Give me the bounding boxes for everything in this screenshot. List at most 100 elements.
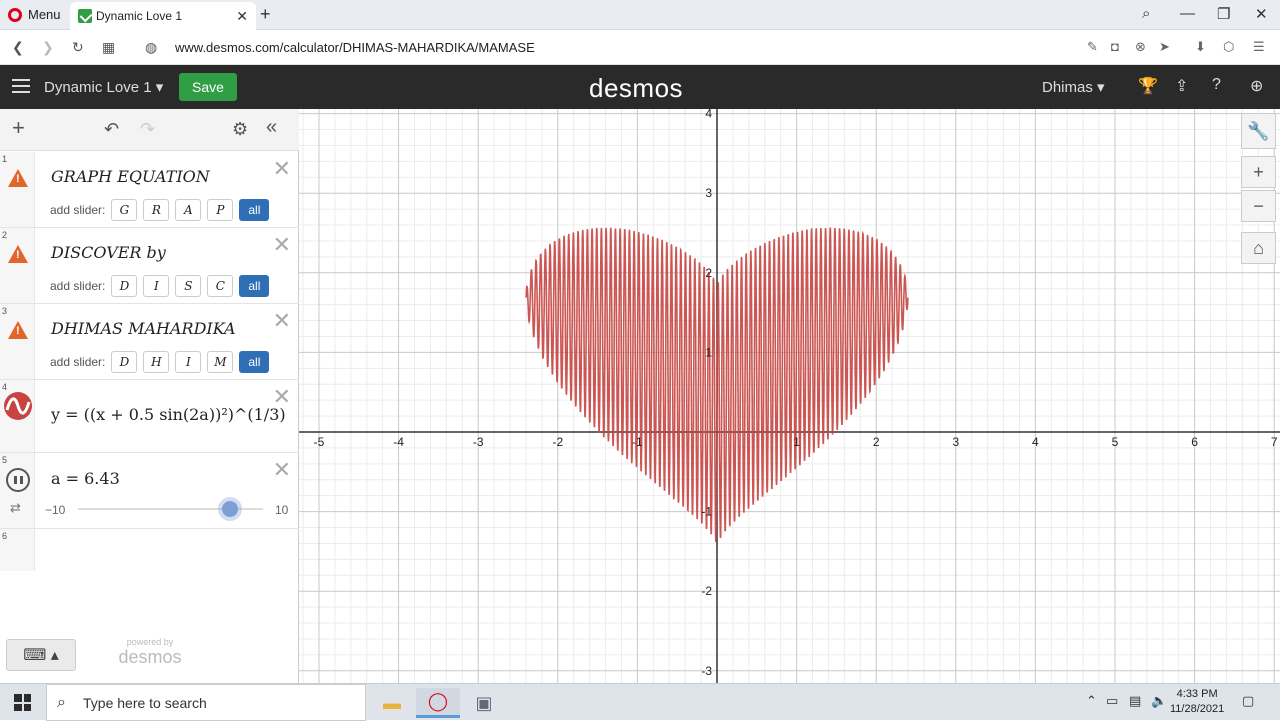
x-tick-label: 3 [952,435,959,449]
expression-text[interactable]: DHIMAS MAHARDIKA [51,319,236,338]
delete-expression-icon[interactable]: ✕ [273,158,291,180]
graph-paper[interactable]: -5 -4 -3 -2 -1 1 2 3 4 5 6 7 4 3 2 1 -1 -2 -3 [299,109,1280,683]
expression-number: 2 [2,230,8,240]
forward-icon[interactable]: ❯ [42,39,54,56]
zoom-out-icon[interactable]: − [1241,190,1276,222]
hamburger-menu-icon[interactable] [12,79,30,93]
tab-close-icon[interactable]: ✕ [236,8,248,25]
delete-expression-icon[interactable]: ✕ [273,386,291,408]
camera-icon[interactable]: ◘ [1111,39,1119,54]
expression-gutter: 5 ⇄ [0,453,35,528]
loop-icon[interactable]: ⇄ [10,500,21,516]
extensions-icon[interactable]: ⬡ [1223,39,1234,55]
expression-gutter: 4 [0,380,35,452]
volume-icon[interactable]: 🔈 [1151,693,1167,709]
expression-formula[interactable]: y = ((x + 0.5 sin(2a))²)^(1/3) [51,405,286,424]
save-button[interactable]: Save [179,73,237,101]
delete-expression-icon[interactable]: ✕ [273,310,291,332]
settings-gear-icon[interactable]: ⚙ [232,119,248,140]
keyboard-toggle-button[interactable]: ⌨ ▴ [6,639,76,671]
graph-title[interactable]: Dynamic Love 1 ▾ [44,78,163,96]
send-icon[interactable]: ➤ [1159,39,1170,55]
network-icon[interactable]: ▤ [1129,693,1141,709]
slider-chip-s[interactable]: S [175,275,202,297]
tray-chevron-icon[interactable]: ⌃ [1086,693,1097,709]
app-taskbar-icon[interactable]: ▣ [462,688,506,718]
collapse-panel-icon[interactable]: « [266,116,277,139]
easy-setup-icon[interactable]: ☰ [1253,39,1265,55]
home-zoom-icon[interactable]: ⌂ [1241,232,1276,264]
slider-chip-a[interactable]: A [175,199,202,221]
share-icon[interactable]: ⇪ [1175,76,1188,96]
slider-chip-h[interactable]: H [143,351,170,373]
edit-icon[interactable]: ✎ [1087,39,1098,55]
slider-chip-all[interactable]: all [239,199,270,221]
clock-time: 4:33 PM [1176,688,1218,700]
taskbar-search-input[interactable]: ⌕ Type here to search [46,684,366,721]
y-tick-label: 4 [705,109,712,121]
expression-item[interactable]: 3 DHIMAS MAHARDIKA ✕ add slider: D H I M… [0,304,299,380]
slider-chip-d[interactable]: D [111,351,138,373]
expression-gutter: 1 [0,152,35,227]
slider-chip-p[interactable]: P [207,199,234,221]
slider-thumb[interactable] [221,501,238,517]
maximize-icon[interactable]: ❐ [1217,5,1230,23]
windows-start-icon[interactable] [14,694,31,711]
new-tab-icon[interactable]: + [260,4,271,25]
expression-item-empty[interactable]: 6 [0,529,299,571]
back-icon[interactable]: ❮ [12,39,24,56]
x-tick-label: -3 [473,435,484,449]
browser-tab[interactable]: Dynamic Love 1 ✕ [70,2,256,30]
user-menu[interactable]: Dhimas ▾ [1042,78,1105,96]
expression-text[interactable]: DISCOVER by [51,243,166,262]
clock[interactable]: 4:33 PM 11/28/2021 [1170,687,1224,717]
block-icon[interactable]: ⊗ [1135,39,1146,55]
x-tick-label: -2 [552,435,563,449]
file-explorer-icon[interactable]: ▬ [370,688,414,718]
language-globe-icon[interactable]: ⊕ [1250,76,1263,96]
delete-expression-icon[interactable]: ✕ [273,234,291,256]
x-tick-label: 4 [1032,435,1039,449]
curve-color-icon[interactable] [4,392,32,420]
warning-icon[interactable] [8,169,28,187]
tab-title: Dynamic Love 1 [96,9,183,23]
download-icon[interactable]: ⬇ [1195,39,1206,55]
slider-chip-all[interactable]: all [239,275,270,297]
add-item-icon[interactable]: + [12,115,25,141]
slider-chip-i[interactable]: I [143,275,170,297]
search-tabs-icon[interactable]: ⌕ [1142,5,1150,22]
close-window-icon[interactable]: ✕ [1255,5,1268,23]
slider-chip-c[interactable]: C [207,275,234,297]
minimize-icon[interactable]: — [1180,5,1195,22]
zoom-in-icon[interactable]: + [1241,156,1276,188]
expression-formula[interactable]: a = 6.43 [51,469,120,488]
url-field[interactable]: www.desmos.com/calculator/DHIMAS-MAHARDI… [175,40,535,55]
expression-item[interactable]: 1 GRAPH EQUATION ✕ add slider: G R A P a… [0,152,299,228]
slider-min-label: −10 [45,503,66,517]
slider-chip-g[interactable]: G [111,199,138,221]
warning-icon[interactable] [8,245,28,263]
slider-chip-d[interactable]: D [111,275,138,297]
slider-chip-m[interactable]: M [207,351,234,373]
trophy-icon[interactable]: 🏆 [1138,76,1158,96]
slider-chip-r[interactable]: R [143,199,170,221]
battery-icon[interactable]: ▭ [1106,693,1118,709]
reload-icon[interactable]: ↻ [72,39,84,56]
warning-icon[interactable] [8,321,28,339]
slider-chip-all[interactable]: all [239,351,270,373]
expression-text[interactable]: GRAPH EQUATION [51,167,210,186]
expression-item[interactable]: 4 y = ((x + 0.5 sin(2a))²)^(1/3) ✕ [0,380,299,453]
pause-icon[interactable] [6,468,30,492]
help-icon[interactable]: ? [1212,76,1221,94]
slider-chip-i[interactable]: I [175,351,202,373]
expression-item[interactable]: 2 DISCOVER by ✕ add slider: D I S C all [0,228,299,304]
opera-menu-button[interactable]: Menu [8,7,61,22]
opera-taskbar-icon[interactable]: ◯ [416,688,460,718]
undo-icon[interactable]: ↶ [104,119,119,140]
expression-item[interactable]: 5 ⇄ a = 6.43 ✕ −10 10 [0,453,299,529]
notifications-icon[interactable]: ▢ [1242,693,1254,709]
delete-expression-icon[interactable]: ✕ [273,459,291,481]
graph-settings-wrench-icon[interactable]: 🔧 [1241,113,1276,149]
redo-icon[interactable]: ↷ [140,119,155,140]
tabs-grid-icon[interactable]: ▦ [102,39,115,56]
